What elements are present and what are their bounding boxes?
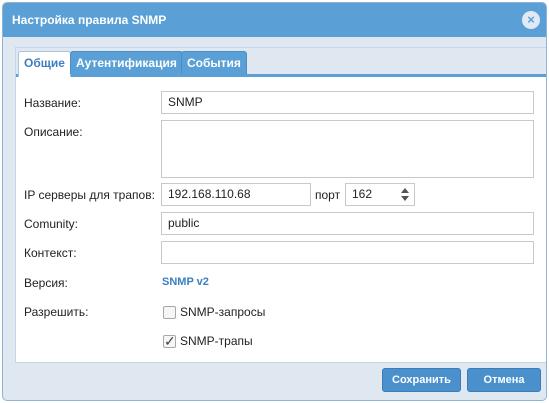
dialog-title: Настройка правила SNMP bbox=[12, 13, 167, 27]
close-icon[interactable]: × bbox=[522, 11, 540, 29]
community-label: Comunity: bbox=[24, 217, 79, 231]
snmp-requests-checkbox[interactable] bbox=[163, 306, 176, 319]
port-label: порт bbox=[315, 188, 341, 202]
description-textarea[interactable] bbox=[161, 120, 534, 178]
spin-up-icon[interactable] bbox=[401, 188, 409, 193]
name-field[interactable]: SNMP bbox=[161, 91, 534, 114]
port-value: 162 bbox=[352, 187, 373, 201]
community-field[interactable]: public bbox=[161, 212, 534, 235]
description-label: Описание: bbox=[24, 125, 83, 139]
snmp-traps-checkbox[interactable]: ✓ bbox=[163, 333, 176, 349]
snmp-rule-dialog: Настройка правила SNMP × Общие Аутентифи… bbox=[2, 2, 547, 401]
snmp-traps-label[interactable]: SNMP-трапы bbox=[180, 334, 253, 348]
allow-label: Разрешить: bbox=[24, 305, 89, 319]
spin-down-icon[interactable] bbox=[401, 196, 409, 201]
version-selector[interactable]: SNMP v2 bbox=[162, 276, 209, 288]
checkmark-icon: ✓ bbox=[164, 333, 176, 349]
tab-panel: Общие Аутентификация События Название: S… bbox=[15, 47, 546, 363]
trap-server-ip-field[interactable]: 192.168.110.68 bbox=[161, 183, 311, 206]
cancel-button[interactable]: Отмена bbox=[467, 368, 541, 392]
tab-strip: Общие Аутентификация События bbox=[16, 48, 546, 77]
tab-authentication[interactable]: Аутентификация bbox=[70, 51, 183, 74]
spinner-arrows-icon[interactable] bbox=[400, 186, 410, 203]
tab-general[interactable]: Общие bbox=[18, 51, 71, 77]
snmp-requests-label[interactable]: SNMP-запросы bbox=[180, 305, 265, 319]
port-stepper[interactable]: 162 bbox=[345, 183, 415, 206]
context-label: Контекст: bbox=[24, 246, 77, 260]
dialog-titlebar: Настройка правила SNMP × bbox=[3, 3, 546, 37]
save-button[interactable]: Сохранить bbox=[382, 368, 461, 392]
tab-events[interactable]: События bbox=[181, 51, 247, 74]
context-field[interactable] bbox=[161, 241, 534, 264]
name-label: Название: bbox=[24, 96, 81, 110]
version-label: Версия: bbox=[24, 276, 68, 290]
trap-server-ip-label: IP серверы для трапов: bbox=[24, 188, 155, 202]
